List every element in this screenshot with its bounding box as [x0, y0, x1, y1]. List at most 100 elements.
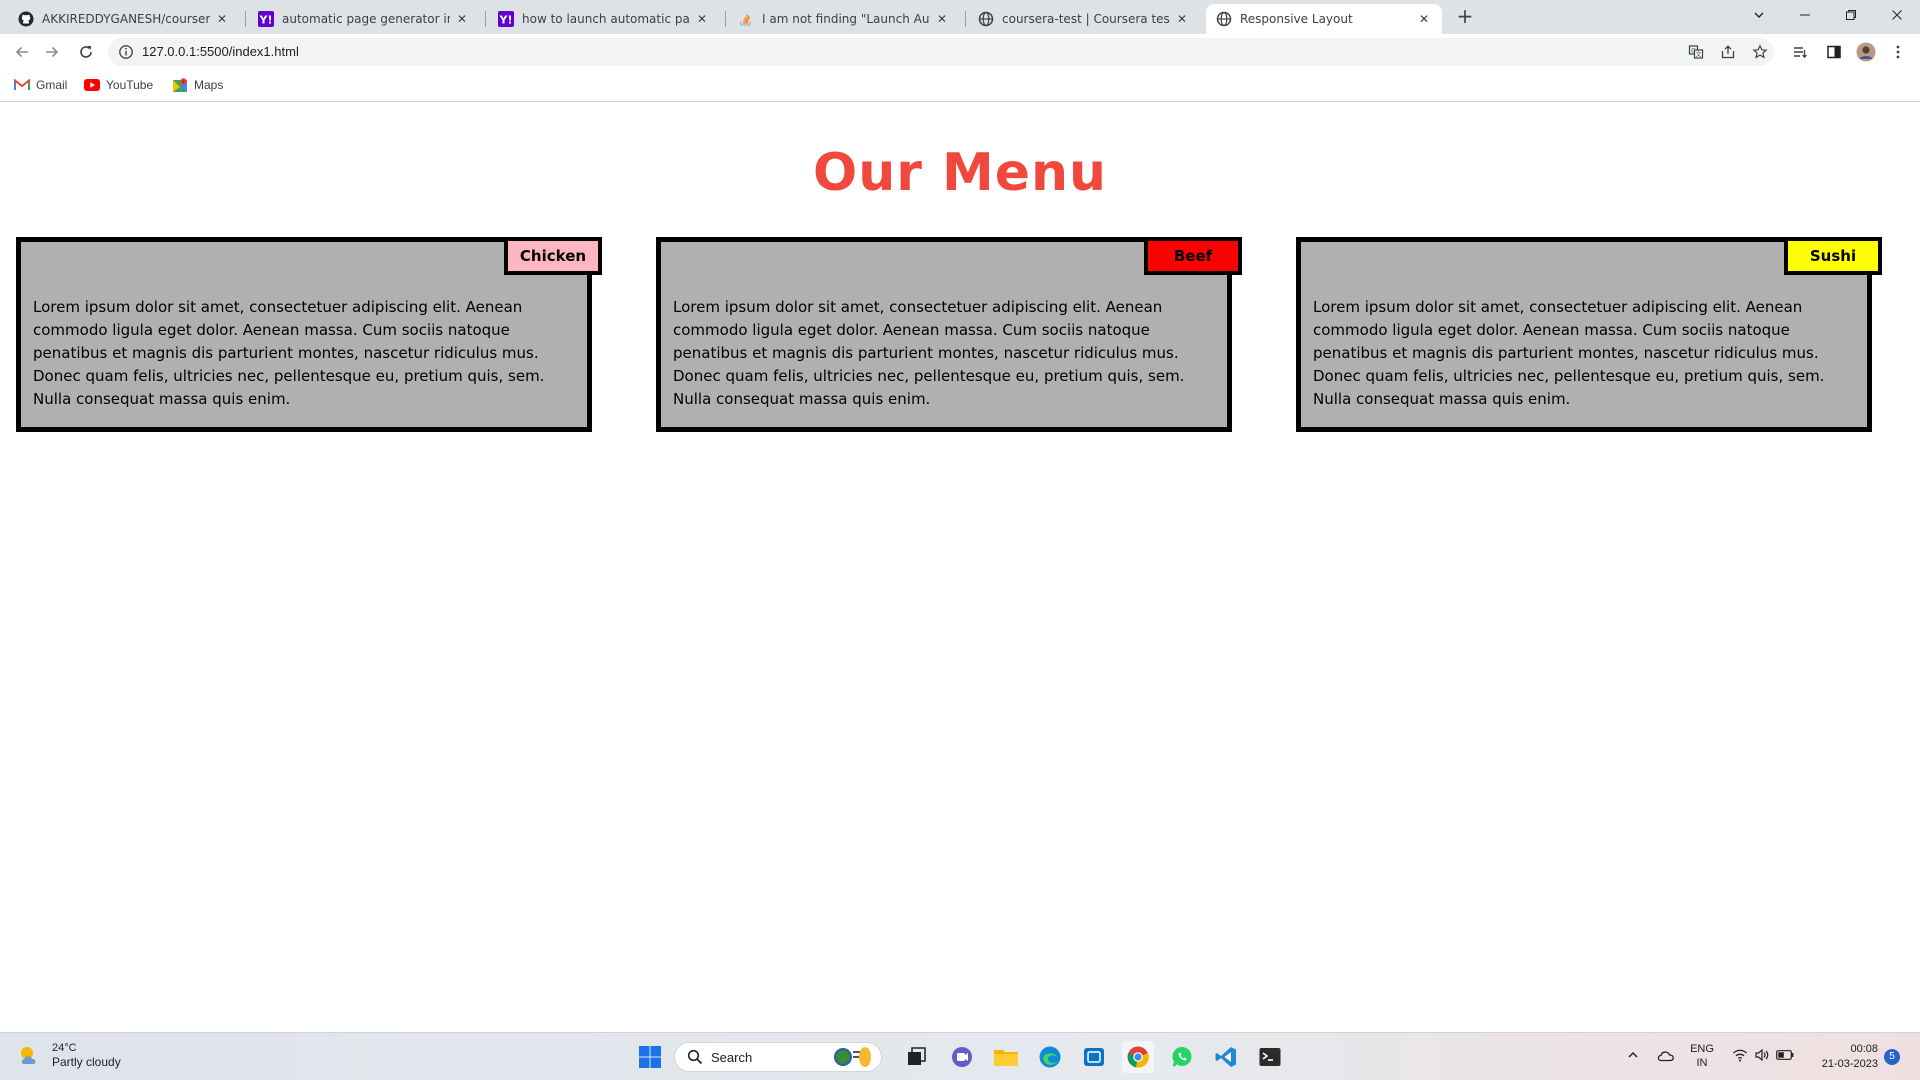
- bookmark-youtube[interactable]: YouTube: [84, 77, 153, 93]
- yahoo-icon: Y!: [498, 11, 514, 27]
- partly-cloudy-icon: [21, 1046, 36, 1064]
- menu-card-sushi: Sushi Lorem ipsum dolor sit amet, consec…: [1296, 237, 1882, 432]
- bookmark-label: YouTube: [106, 78, 154, 92]
- edge-icon: [1039, 1046, 1061, 1068]
- tab-title: automatic page generator in gith: [282, 12, 450, 26]
- share-icon[interactable]: [1718, 42, 1738, 62]
- card-description: Lorem ipsum dolor sit amet, consectetuer…: [673, 298, 1185, 408]
- terminal-icon: [1259, 1048, 1281, 1066]
- notification-badge[interactable]: 5: [1884, 1049, 1900, 1065]
- wifi-icon[interactable]: [1730, 1045, 1750, 1065]
- globe-icon: [978, 11, 994, 27]
- menu-card-beef: Beef Lorem ipsum dolor sit amet, consect…: [656, 237, 1242, 432]
- tab-title: Responsive Layout: [1240, 12, 1353, 26]
- reading-list-icon[interactable]: [1788, 40, 1812, 64]
- taskbar-search[interactable]: Search: [674, 1042, 882, 1072]
- side-panel-icon[interactable]: [1822, 40, 1846, 64]
- browser-toolbar: 127.0.0.1:5500/index1.html G文: [0, 34, 1920, 70]
- close-icon[interactable]: ✕: [214, 11, 230, 27]
- tab-title: coursera-test | Coursera test repo: [1002, 12, 1170, 26]
- tab-separator: [485, 11, 486, 27]
- bookmark-label: Gmail: [36, 78, 68, 92]
- terminal-button[interactable]: [1254, 1041, 1286, 1073]
- search-icon: [687, 1049, 703, 1065]
- weather-condition: Partly cloudy: [52, 1055, 121, 1069]
- card-badge-sushi: Sushi: [1784, 237, 1882, 275]
- page-title: Our Menu: [812, 143, 1108, 203]
- close-icon[interactable]: ✕: [1416, 11, 1432, 27]
- tab-separator: [725, 11, 726, 27]
- tab-responsive-layout[interactable]: Responsive Layout ✕: [1206, 4, 1442, 34]
- edge-button[interactable]: [1034, 1041, 1066, 1073]
- store-button[interactable]: [1078, 1041, 1110, 1073]
- arrow-right-icon: [46, 46, 59, 58]
- close-icon[interactable]: ✕: [934, 11, 950, 27]
- bookmark-maps[interactable]: Maps: [172, 77, 223, 93]
- weather-widget[interactable]: 24°C Partly cloudy: [16, 1041, 121, 1070]
- browser-tab-bar: AKKIREDDYGANESH/coursera-te ✕ Y! automat…: [0, 0, 1920, 34]
- tab-coursera-test[interactable]: coursera-test | Coursera test repo ✕: [968, 4, 1200, 34]
- github-icon: [18, 11, 34, 27]
- region-code: IN: [1696, 1057, 1708, 1069]
- bookmark-star-icon[interactable]: [1750, 42, 1770, 62]
- folder-icon: [994, 1050, 1018, 1066]
- card-badge-chicken: Chicken: [504, 237, 602, 275]
- tab-github-repo[interactable]: AKKIREDDYGANESH/coursera-te ✕: [8, 4, 240, 34]
- chrome-icon: [1127, 1046, 1149, 1068]
- menu-kebab-icon[interactable]: [1886, 40, 1910, 64]
- maps-icon: [172, 77, 188, 93]
- tab-separator: [965, 11, 966, 27]
- search-placeholder: Search: [711, 1049, 753, 1065]
- youtube-icon: [84, 77, 100, 93]
- task-view-button[interactable]: [900, 1041, 932, 1073]
- battery-icon[interactable]: [1774, 1045, 1796, 1065]
- bookmarks-bar: Gmail YouTube Maps: [0, 70, 1920, 102]
- stackoverflow-icon: [738, 11, 754, 27]
- yahoo-icon: Y!: [258, 11, 274, 27]
- show-hidden-icons-chevron-icon[interactable]: [1624, 1045, 1642, 1065]
- tab-title: AKKIREDDYGANESH/coursera-te: [42, 12, 210, 26]
- onedrive-cloud-icon[interactable]: [1654, 1045, 1678, 1065]
- tab-stackoverflow[interactable]: I am not finding "Launch Automa ✕: [728, 4, 960, 34]
- page-viewport: Our Menu Chicken Lorem ipsum dolor sit a…: [0, 103, 1920, 1032]
- vscode-button[interactable]: [1210, 1041, 1242, 1073]
- close-window-button[interactable]: [1874, 0, 1920, 30]
- file-explorer-button[interactable]: [990, 1041, 1022, 1073]
- gmail-icon: [14, 77, 30, 93]
- start-button[interactable]: [634, 1041, 666, 1073]
- svg-text:文: 文: [1695, 51, 1701, 59]
- translate-icon[interactable]: G文: [1686, 42, 1706, 62]
- whatsapp-icon: [1172, 1047, 1192, 1067]
- card-description: Lorem ipsum dolor sit amet, consectetuer…: [33, 298, 545, 408]
- address-bar[interactable]: 127.0.0.1:5500/index1.html G文: [108, 38, 1774, 66]
- tab-separator: [245, 11, 246, 27]
- store-icon: [1084, 1048, 1104, 1066]
- input-language-indicator[interactable]: ENG IN: [1686, 1042, 1718, 1070]
- restore-button[interactable]: [1828, 0, 1874, 30]
- svg-text:Y!: Y!: [259, 14, 273, 27]
- back-button[interactable]: [10, 40, 34, 64]
- volume-icon[interactable]: [1752, 1045, 1772, 1065]
- url-text[interactable]: 127.0.0.1:5500/index1.html: [142, 44, 299, 59]
- tab-search-chevron-icon[interactable]: [1736, 0, 1782, 30]
- profile-avatar[interactable]: [1854, 40, 1878, 64]
- close-icon[interactable]: ✕: [1174, 11, 1190, 27]
- new-tab-button[interactable]: +: [1454, 6, 1476, 28]
- teams-chat-icon: [952, 1047, 972, 1067]
- globe-icon: [1216, 11, 1232, 27]
- teams-chat-button[interactable]: [946, 1041, 978, 1073]
- close-icon[interactable]: ✕: [694, 11, 710, 27]
- whatsapp-button[interactable]: [1166, 1041, 1198, 1073]
- minimize-button[interactable]: [1782, 0, 1828, 30]
- forward-button[interactable]: [40, 40, 64, 64]
- chrome-button[interactable]: [1122, 1041, 1154, 1073]
- tab-yahoo-search-1[interactable]: Y! automatic page generator in gith ✕: [248, 4, 480, 34]
- arrow-left-icon: [15, 46, 28, 58]
- close-icon[interactable]: ✕: [454, 11, 470, 27]
- reload-button[interactable]: [74, 40, 98, 64]
- info-icon[interactable]: [118, 44, 134, 60]
- system-clock[interactable]: 00:08 21-03-2023: [1800, 1042, 1878, 1072]
- language-code: ENG: [1690, 1043, 1714, 1055]
- bookmark-gmail[interactable]: Gmail: [14, 77, 67, 93]
- tab-yahoo-search-2[interactable]: Y! how to launch automatic page ge ✕: [488, 4, 720, 34]
